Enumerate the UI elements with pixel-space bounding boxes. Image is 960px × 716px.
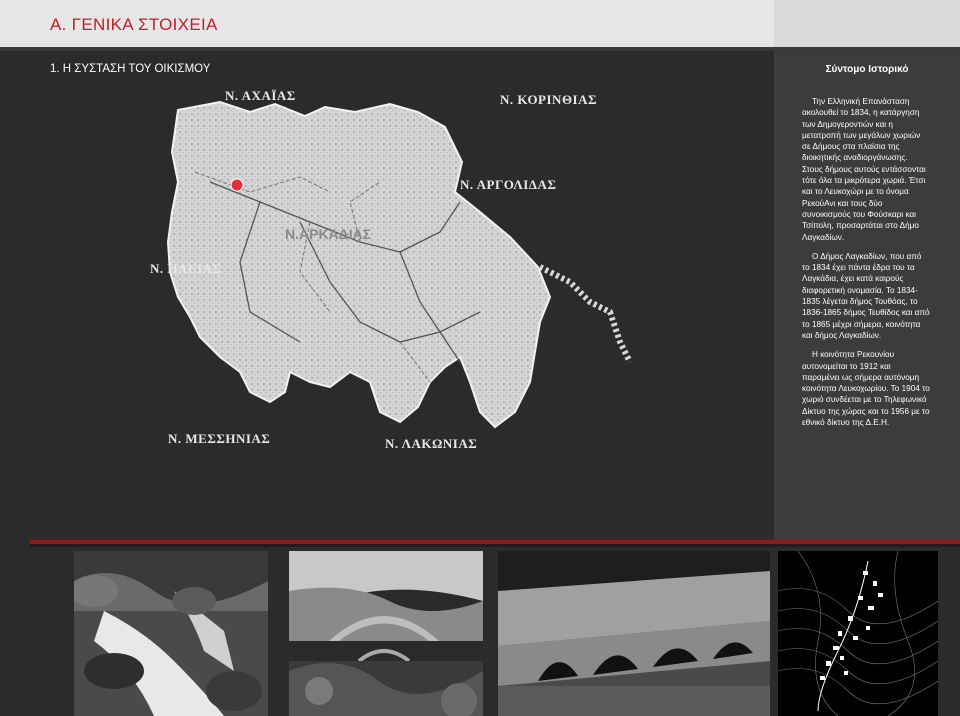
photo-river-stream bbox=[74, 551, 268, 716]
sidebar-header-strip bbox=[774, 0, 960, 47]
arkadia-region-shape bbox=[166, 100, 552, 429]
village-marker bbox=[230, 178, 244, 192]
photo-divider-shadow bbox=[30, 544, 960, 547]
map-label-arkadia: Ν.ΑΡΚΑΔΙΑΣ bbox=[285, 226, 371, 242]
map-label-korinthia: Ν. ΚΟΡΙΝΘΙΑΣ bbox=[500, 92, 597, 107]
history-paragraph-3: Η κοινότητα Ρεκουνίου αυτονομείται το 19… bbox=[802, 350, 930, 428]
map-label-messinia: Ν. ΜΕΣΣΗΝΙΑΣ bbox=[168, 431, 270, 446]
page-title: A. ΓΕΝΙΚΑ ΣΤΟΙΧΕΙΑ bbox=[50, 15, 218, 34]
arkadia-map: Ν. ΑΧΑΪΑΣ Ν. ΚΟΡΙΝΘΙΑΣ Ν. ΑΡΓΟΛΙΔΑΣ Ν. Η… bbox=[150, 88, 633, 451]
history-paragraph-2: Ο Δήμος Λαγκαδίων, που από το 1834 έχει … bbox=[802, 251, 930, 340]
map-label-ileia: Ν. ΗΛΕΙΑΣ bbox=[150, 261, 221, 276]
photo-village-plan bbox=[778, 551, 938, 716]
photo-arched-aqueduct bbox=[498, 551, 770, 716]
header-underline bbox=[0, 47, 960, 51]
history-paragraph-1: Την Ελληνική Επανάσταση ακολουθεί το 183… bbox=[802, 97, 926, 242]
section-title: 1. Η ΣΥΣΤΑΣΗ ΤΟΥ ΟΙΚΙΣΜΟΥ bbox=[50, 63, 211, 75]
map-label-achaia: Ν. ΑΧΑΪΑΣ bbox=[225, 88, 296, 103]
map-label-lakonia: Ν. ΛΑΚΩΝΙΑΣ bbox=[385, 436, 477, 451]
sidebar-body: Την Ελληνική Επανάσταση ακολουθεί το 183… bbox=[802, 96, 930, 436]
coastline-east bbox=[538, 264, 633, 364]
photo-stone-bridge bbox=[289, 551, 483, 716]
map-label-argolida: Ν. ΑΡΓΟΛΙΔΑΣ bbox=[460, 177, 556, 192]
sidebar-title: Σύντομο Ιστορικό bbox=[825, 64, 909, 75]
